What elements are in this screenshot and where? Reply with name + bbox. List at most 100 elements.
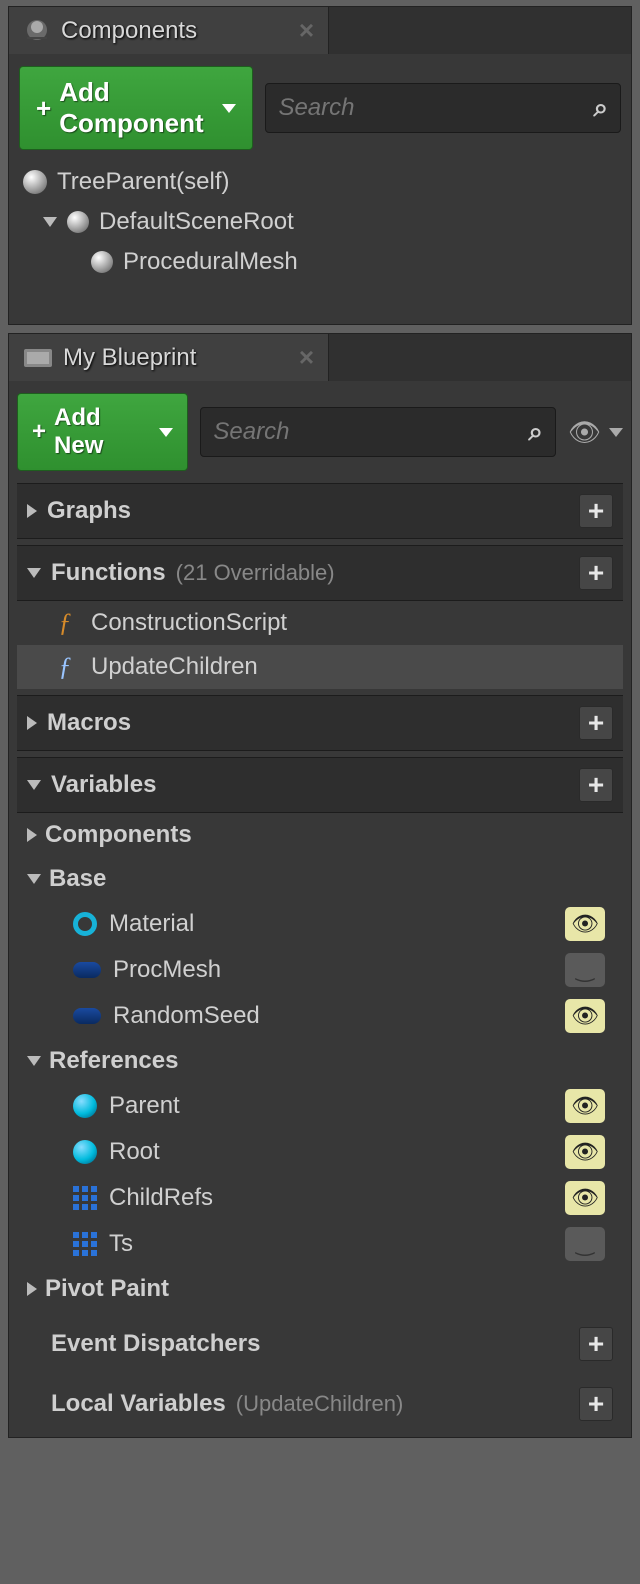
- component-tree-root[interactable]: TreeParent(self): [19, 162, 621, 202]
- expand-icon[interactable]: [27, 1282, 37, 1296]
- variable-randomseed[interactable]: RandomSeed 👁: [17, 993, 623, 1039]
- add-new-button[interactable]: + Add New: [17, 393, 188, 471]
- tab-bar: My Blueprint ×: [9, 334, 631, 381]
- myblueprint-tab-title: My Blueprint: [63, 344, 196, 372]
- component-tree-procmesh[interactable]: ProceduralMesh: [19, 242, 621, 282]
- expand-icon[interactable]: [27, 716, 37, 730]
- visibility-toggle[interactable]: ‿: [565, 953, 605, 987]
- component-label: TreeParent(self): [57, 168, 230, 196]
- function-updatechildren[interactable]: ƒ UpdateChildren: [17, 645, 623, 689]
- eye-icon: 👁: [568, 417, 601, 448]
- add-event-dispatcher-button[interactable]: +: [579, 1327, 613, 1361]
- section-variables[interactable]: Variables +: [17, 757, 623, 813]
- myblueprint-body: + Add New ⌕ 👁 Graphs + Functions (21 Ove…: [9, 381, 631, 1437]
- expand-icon[interactable]: [27, 568, 41, 578]
- category-base[interactable]: Base: [17, 857, 623, 901]
- view-options-button[interactable]: 👁: [568, 417, 623, 448]
- components-tab[interactable]: Components ×: [9, 7, 329, 54]
- add-variable-button[interactable]: +: [579, 768, 613, 802]
- component-label: ProceduralMesh: [123, 248, 298, 276]
- variable-root[interactable]: Root 👁: [17, 1129, 623, 1175]
- variable-label: Ts: [109, 1230, 553, 1258]
- section-label: Macros: [47, 709, 131, 737]
- components-toolbar: + Add Component ⌕: [19, 66, 621, 150]
- section-event-dispatchers[interactable]: Event Dispatchers +: [17, 1317, 623, 1371]
- chevron-down-icon: [159, 428, 173, 437]
- components-body: + Add Component ⌕ TreeParent(self) Defau…: [9, 54, 631, 324]
- chevron-down-icon: [222, 104, 236, 113]
- section-graphs[interactable]: Graphs +: [17, 483, 623, 539]
- variable-type-icon: [73, 1094, 97, 1118]
- expand-icon[interactable]: [27, 874, 41, 884]
- eye-closed-icon: ‿: [576, 1231, 594, 1257]
- function-icon: ƒ: [51, 652, 79, 682]
- myblueprint-panel: My Blueprint × + Add New ⌕ 👁 Graphs +: [8, 333, 632, 1438]
- variable-type-icon: [73, 1232, 97, 1256]
- function-icon: ƒ: [51, 608, 79, 638]
- blueprint-search-input[interactable]: [213, 418, 528, 446]
- variable-type-icon: [73, 912, 97, 936]
- variable-ts[interactable]: Ts ‿: [17, 1221, 623, 1267]
- expand-icon[interactable]: [27, 504, 37, 518]
- category-label: References: [49, 1047, 178, 1075]
- variable-label: ProcMesh: [113, 956, 553, 984]
- visibility-toggle[interactable]: 👁: [565, 1089, 605, 1123]
- section-sublabel: (UpdateChildren): [236, 1391, 404, 1417]
- function-label: ConstructionScript: [91, 609, 287, 637]
- variable-type-icon: [73, 1008, 101, 1024]
- components-search[interactable]: ⌕: [265, 83, 621, 133]
- function-label: UpdateChildren: [91, 653, 258, 681]
- add-new-label: Add New: [54, 404, 147, 460]
- category-components[interactable]: Components: [17, 813, 623, 857]
- plus-icon: +: [36, 93, 51, 124]
- search-icon: ⌕: [528, 416, 543, 448]
- blueprint-search[interactable]: ⌕: [200, 407, 556, 457]
- section-label: Variables: [51, 771, 156, 799]
- section-label: Local Variables: [51, 1390, 226, 1418]
- expand-icon[interactable]: [43, 217, 57, 227]
- section-local-variables[interactable]: Local Variables (UpdateChildren) +: [17, 1377, 623, 1431]
- expand-icon[interactable]: [27, 828, 37, 842]
- scene-component-icon: [67, 211, 89, 233]
- myblueprint-tab[interactable]: My Blueprint ×: [9, 334, 329, 381]
- blueprint-toolbar: + Add New ⌕ 👁: [17, 393, 623, 471]
- add-local-variable-button[interactable]: +: [579, 1387, 613, 1421]
- add-component-label: Add Component: [59, 77, 210, 139]
- close-icon[interactable]: ×: [299, 15, 314, 46]
- components-tab-icon: [23, 17, 51, 45]
- category-pivot-paint[interactable]: Pivot Paint: [17, 1267, 623, 1311]
- expand-icon[interactable]: [27, 780, 41, 790]
- scene-component-icon: [91, 251, 113, 273]
- visibility-toggle[interactable]: 👁: [565, 1135, 605, 1169]
- components-search-input[interactable]: [278, 94, 593, 122]
- section-label: Functions: [51, 559, 166, 587]
- visibility-toggle[interactable]: 👁: [565, 907, 605, 941]
- variable-type-icon: [73, 1186, 97, 1210]
- add-graph-button[interactable]: +: [579, 494, 613, 528]
- add-component-button[interactable]: + Add Component: [19, 66, 253, 150]
- eye-open-icon: 👁: [571, 1185, 599, 1211]
- actor-icon: [23, 170, 47, 194]
- visibility-toggle[interactable]: 👁: [565, 999, 605, 1033]
- add-function-button[interactable]: +: [579, 556, 613, 590]
- section-macros[interactable]: Macros +: [17, 695, 623, 751]
- variable-childrefs[interactable]: ChildRefs 👁: [17, 1175, 623, 1221]
- function-constructionscript[interactable]: ƒ ConstructionScript: [17, 601, 623, 645]
- variable-material[interactable]: Material 👁: [17, 901, 623, 947]
- section-sublabel: (21 Overridable): [176, 560, 335, 586]
- category-references[interactable]: References: [17, 1039, 623, 1083]
- variable-label: ChildRefs: [109, 1184, 553, 1212]
- component-tree-scene-root[interactable]: DefaultSceneRoot: [19, 202, 621, 242]
- variable-parent[interactable]: Parent 👁: [17, 1083, 623, 1129]
- add-macro-button[interactable]: +: [579, 706, 613, 740]
- section-label: Event Dispatchers: [51, 1330, 260, 1358]
- section-functions[interactable]: Functions (21 Overridable) +: [17, 545, 623, 601]
- visibility-toggle[interactable]: 👁: [565, 1181, 605, 1215]
- expand-icon[interactable]: [27, 1056, 41, 1066]
- components-tab-title: Components: [61, 17, 197, 45]
- close-icon[interactable]: ×: [299, 342, 314, 373]
- variable-procmesh[interactable]: ProcMesh ‿: [17, 947, 623, 993]
- eye-open-icon: 👁: [571, 1139, 599, 1165]
- visibility-toggle[interactable]: ‿: [565, 1227, 605, 1261]
- variable-type-icon: [73, 962, 101, 978]
